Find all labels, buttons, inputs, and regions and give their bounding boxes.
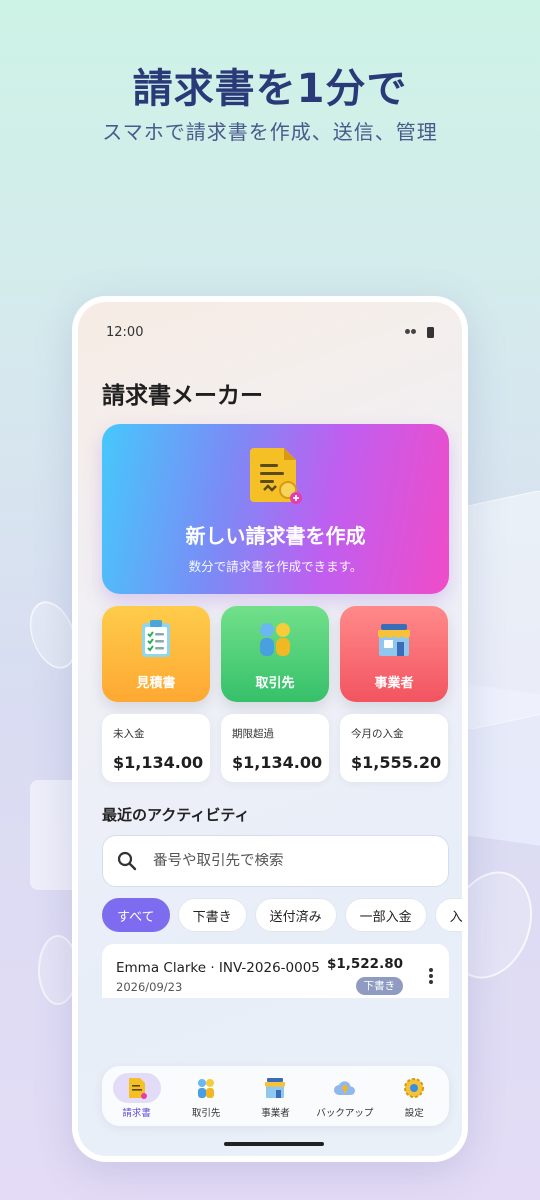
stat-label: 未入金 <box>113 728 145 740</box>
nav-label: 取引先 <box>191 1108 221 1119</box>
search-bar[interactable] <box>102 835 449 887</box>
list-item[interactable]: Emma Clarke · INV-2026-0005 2026/09/23 $… <box>102 944 449 998</box>
clipboard-icon <box>142 620 170 657</box>
filter-chip-partial[interactable]: 一部入金 <box>344 898 427 932</box>
business-tile-label: 事業者 <box>374 676 414 691</box>
filter-chip-sent[interactable]: 送付済み <box>254 898 337 932</box>
search-icon <box>117 851 137 871</box>
promo-headline: 請求書を1分で <box>132 66 408 112</box>
bottom-nav: 請求書 取引先 事業者 バックアップ 設定 <box>102 1066 449 1126</box>
stat-label: 期限超過 <box>232 728 274 740</box>
create-invoice-card[interactable]: 新しい請求書を作成 数分で請求書を作成できます。 <box>102 424 449 594</box>
invoice-amount: $1,522.80 <box>326 956 403 972</box>
stat-card-paid-this-month[interactable]: 今月の入金 $1,555.20 <box>340 714 448 782</box>
page-title: 請求書メーカー <box>102 383 263 409</box>
quotes-tile[interactable]: 見積書 <box>102 606 210 702</box>
status-bar: 12:00 <box>106 322 434 342</box>
business-tile[interactable]: 事業者 <box>340 606 448 702</box>
stat-value: $1,134.00 <box>232 753 323 772</box>
promo-subheadline: スマホで請求書を作成、送信、管理 <box>102 120 438 144</box>
create-invoice-title: 新しい請求書を作成 <box>185 524 366 548</box>
recent-activity-title: 最近のアクティビティ <box>102 806 250 824</box>
status-badge: 下書き <box>355 977 403 995</box>
nav-label: 請求書 <box>122 1108 151 1119</box>
app-screen: 12:00 請求書メーカー 新しい請求書を作成 数分で請求書を作成できます。 見… <box>78 302 462 1156</box>
stat-card-overdue[interactable]: 期限超過 $1,134.00 <box>221 714 329 782</box>
invoice-title: Emma Clarke · INV-2026-0005 <box>116 960 320 976</box>
store-icon <box>265 1078 286 1098</box>
search-input[interactable] <box>153 853 433 869</box>
stat-value: $1,134.00 <box>113 753 204 772</box>
nav-item-invoices[interactable]: 請求書 <box>104 1073 170 1119</box>
quotes-tile-label: 見積書 <box>136 676 176 691</box>
nav-label: バックアップ <box>316 1108 374 1119</box>
nav-item-business[interactable]: 事業者 <box>242 1073 308 1119</box>
gear-icon <box>404 1078 425 1098</box>
filter-chips: すべて 下書き 送付済み 一部入金 入金 <box>102 898 462 934</box>
nav-label: 設定 <box>404 1108 424 1119</box>
cloud-upload-icon <box>333 1081 355 1095</box>
clients-tile-label: 取引先 <box>255 676 295 691</box>
status-icons <box>405 326 434 338</box>
stat-value: $1,555.20 <box>351 753 442 772</box>
stat-label: 今月の入金 <box>351 728 404 740</box>
stat-card-unpaid[interactable]: 未入金 $1,134.00 <box>102 714 210 782</box>
signal-icon <box>405 327 417 337</box>
invoice-date: 2026/09/23 <box>116 980 183 994</box>
nav-item-backup[interactable]: バックアップ <box>312 1073 378 1119</box>
filter-chip-paid[interactable]: 入金 <box>434 898 462 932</box>
phone-frame: 12:00 請求書メーカー 新しい請求書を作成 数分で請求書を作成できます。 見… <box>72 296 468 1162</box>
status-time: 12:00 <box>106 324 144 340</box>
nav-label: 事業者 <box>261 1108 290 1119</box>
nav-item-settings[interactable]: 設定 <box>381 1073 447 1119</box>
invoice-icon <box>128 1078 147 1099</box>
home-indicator <box>224 1142 324 1146</box>
clients-tile[interactable]: 取引先 <box>221 606 329 702</box>
filter-chip-draft[interactable]: 下書き <box>177 898 247 932</box>
filter-chip-all[interactable]: すべて <box>102 898 170 932</box>
nav-item-clients[interactable]: 取引先 <box>173 1073 239 1119</box>
people-icon <box>198 1079 215 1098</box>
store-icon <box>378 624 410 656</box>
people-icon <box>260 623 290 656</box>
battery-icon <box>427 326 434 338</box>
invoice-add-icon <box>250 448 302 504</box>
create-invoice-subtitle: 数分で請求書を作成できます。 <box>188 559 363 574</box>
more-vert-icon[interactable] <box>429 968 433 984</box>
